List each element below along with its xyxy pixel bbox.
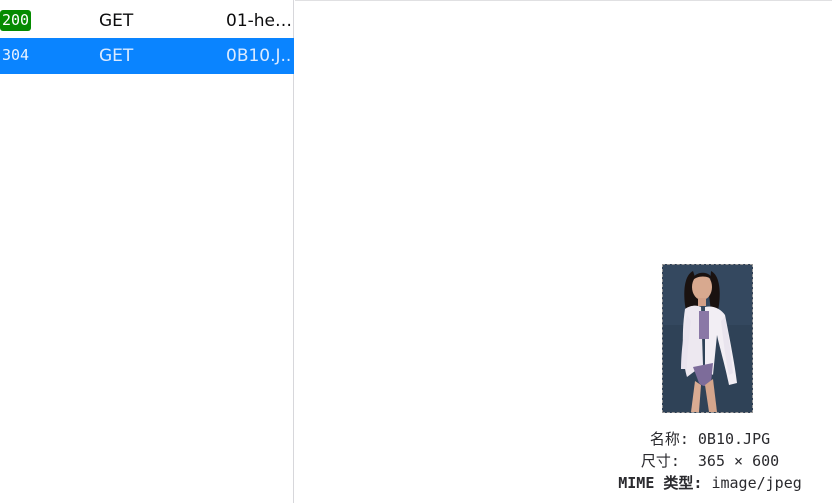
file-cell: 0B10.J.. (226, 46, 292, 66)
request-row[interactable]: 200 GET 01-hell.. (0, 3, 294, 39)
name-line: 名称: 0B10.JPG (560, 428, 832, 450)
network-panel: 200 GET 01-hell.. 304 GET 0B10.J.. 名称: 0… (0, 0, 832, 503)
name-label: 名称: (649, 430, 689, 448)
status-badge: 304 (2, 46, 30, 64)
status-badge: 200 (0, 10, 32, 31)
name-value: 0B10.JPG (697, 430, 771, 448)
mime-value: image/jpeg (711, 474, 802, 492)
request-list: 200 GET 01-hell.. 304 GET 0B10.J.. (0, 0, 294, 503)
method-cell: GET (99, 46, 134, 66)
image-info: 名称: 0B10.JPG 尺寸: 365 × 600 MIME 类型: imag… (560, 428, 832, 494)
size-value: 365 × 600 (697, 452, 780, 470)
request-row-selected[interactable]: 304 GET 0B10.J.. (0, 38, 294, 74)
method-cell: GET (99, 11, 134, 31)
mime-line: MIME 类型: image/jpeg (560, 472, 832, 494)
image-preview (662, 264, 753, 413)
mime-label: MIME 类型: (618, 474, 703, 492)
size-line: 尺寸: 365 × 600 (560, 450, 832, 472)
photo-thumbnail-icon (663, 265, 752, 412)
file-cell: 01-hell.. (226, 11, 294, 31)
size-label: 尺寸: (640, 452, 680, 470)
